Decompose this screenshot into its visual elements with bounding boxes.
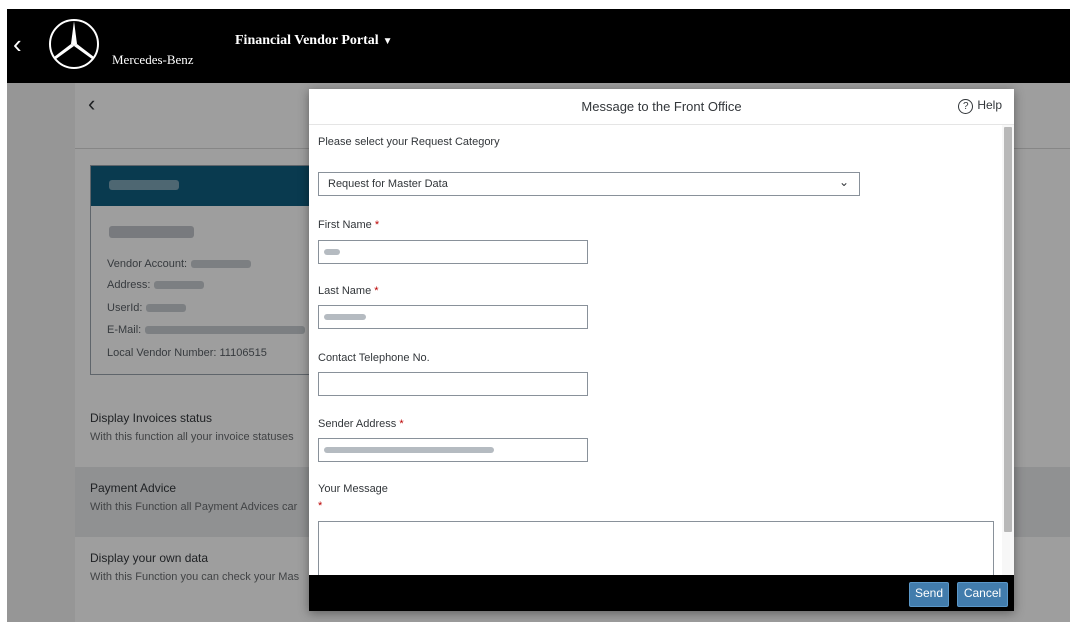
dialog-header: Message to the Front Office ? Help	[309, 89, 1014, 125]
chevron-down-icon: ⌄	[838, 175, 849, 189]
redacted-value	[324, 249, 340, 255]
required-mark: *	[374, 285, 379, 297]
phone-input[interactable]	[318, 372, 588, 396]
sender-address-label: Sender Address *	[318, 418, 404, 430]
portal-menu-button[interactable]: Financial Vendor Portal ▼	[235, 33, 393, 49]
dialog-body: Please select your Request Category Requ…	[309, 125, 1002, 575]
help-label: Help	[977, 98, 1002, 112]
last-name-label: Last Name *	[318, 285, 379, 297]
message-label: Your Message	[318, 483, 388, 495]
app-shell: ‹ Mercedes-Benz Financial Vendor Portal ▼…	[0, 0, 1070, 622]
first-name-text: First Name	[318, 219, 372, 231]
message-dialog: Message to the Front Office ? Help Please…	[309, 89, 1014, 611]
back-icon[interactable]: ‹	[13, 31, 22, 57]
sender-address-text: Sender Address	[318, 418, 397, 430]
category-select[interactable]: Request for Master Data ⌄	[318, 172, 860, 196]
category-label: Please select your Request Category	[318, 136, 500, 148]
first-name-label: First Name *	[318, 219, 379, 231]
dialog-title: Message to the Front Office	[581, 99, 742, 114]
scrollbar-thumb[interactable]	[1004, 127, 1012, 532]
phone-label: Contact Telephone No.	[318, 352, 430, 364]
help-button[interactable]: ? Help	[958, 98, 1002, 114]
sender-address-input[interactable]	[318, 438, 588, 462]
mercedes-logo-icon	[49, 19, 99, 69]
last-name-text: Last Name	[318, 285, 372, 297]
message-textarea[interactable]	[318, 521, 994, 575]
category-value: Request for Master Data	[328, 178, 448, 190]
required-mark: *	[399, 418, 404, 430]
dialog-footer: Send Cancel	[309, 575, 1014, 611]
redacted-value	[324, 447, 494, 453]
redacted-value	[324, 314, 366, 320]
send-button[interactable]: Send	[909, 582, 949, 607]
brand-name: Mercedes-Benz	[112, 52, 194, 67]
required-mark: *	[374, 219, 380, 231]
top-bar: ‹ Mercedes-Benz Financial Vendor Portal ▼	[7, 9, 1070, 83]
first-name-input[interactable]	[318, 240, 588, 264]
caret-down-icon: ▼	[382, 36, 393, 47]
portal-title: Financial Vendor Portal	[235, 33, 379, 48]
cancel-button[interactable]: Cancel	[957, 582, 1008, 607]
help-icon: ?	[958, 99, 974, 114]
last-name-input[interactable]	[318, 305, 588, 329]
required-mark: *	[318, 500, 323, 512]
